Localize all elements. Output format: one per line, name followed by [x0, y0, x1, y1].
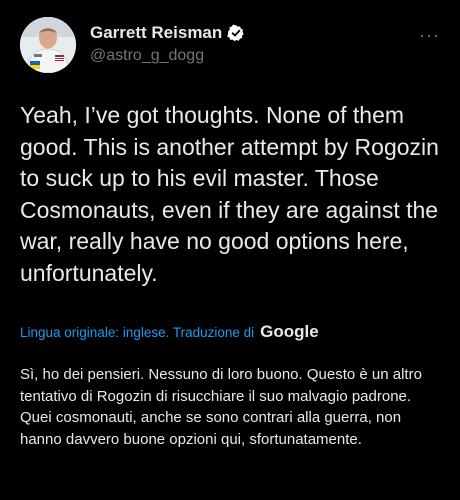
astronaut-avatar-icon — [20, 17, 76, 73]
author-name[interactable]: Garrett Reisman — [90, 23, 222, 43]
verified-badge-icon — [227, 24, 245, 42]
more-options-icon[interactable]: ··· — [419, 25, 440, 46]
translation-notice-link[interactable]: Lingua originale: inglese. Traduzione di — [20, 325, 254, 340]
avatar[interactable] — [20, 17, 76, 73]
author-handle[interactable]: @astro_g_dogg — [90, 47, 204, 65]
google-logo: Google — [260, 322, 319, 341]
author-name-row: Garrett Reisman — [90, 23, 245, 43]
tweet-header: Garrett Reisman @astro_g_dogg ··· — [20, 17, 440, 73]
translated-text: Sì, ho dei pensieri. Nessuno di loro buo… — [20, 366, 422, 448]
tweet-text: Yeah, I’ve got thoughts. None of them go… — [20, 102, 439, 286]
translation-notice: Lingua originale: inglese. Traduzione di… — [20, 322, 319, 342]
